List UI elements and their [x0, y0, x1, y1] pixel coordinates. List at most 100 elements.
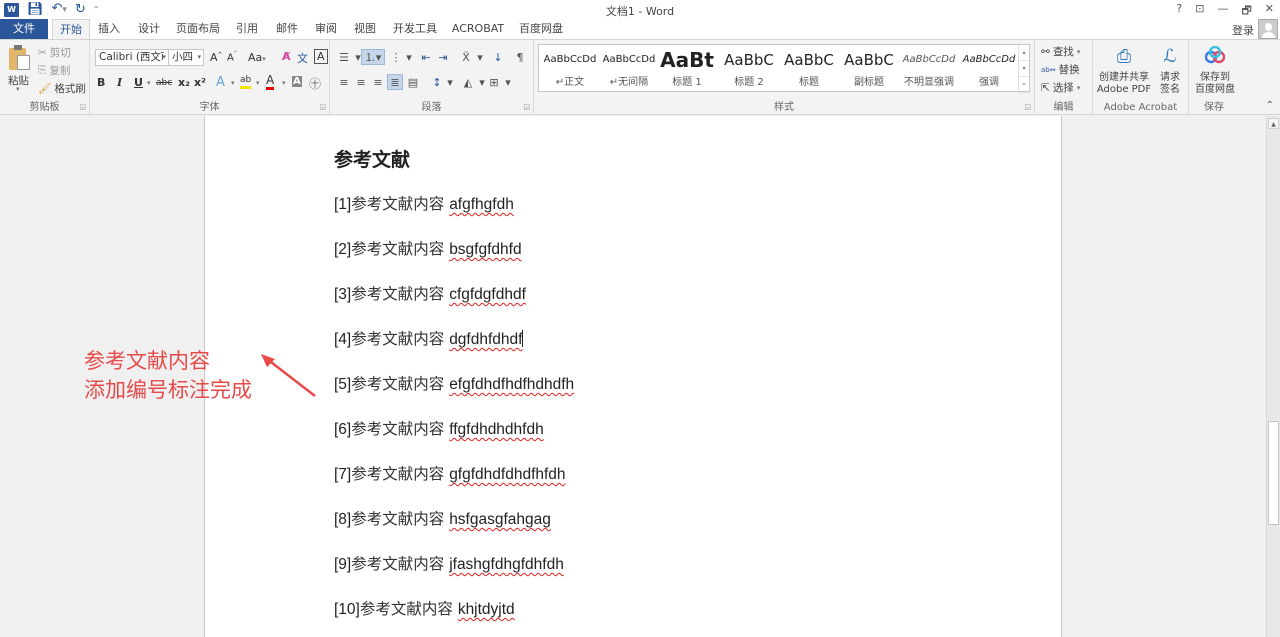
enclose-characters-button[interactable]: ㊉	[309, 75, 321, 92]
change-case-button[interactable]: Aa▾	[248, 51, 266, 64]
tab-acrobat[interactable]: ACROBAT	[450, 19, 506, 39]
show-marks-icon[interactable]: ¶	[512, 49, 528, 65]
cut-button[interactable]: ✂ 剪切	[38, 45, 71, 60]
tab-review[interactable]: 审阅	[311, 19, 341, 39]
tab-view[interactable]: 视图	[350, 19, 380, 39]
select-button[interactable]: ⇱ 选择 ▾	[1041, 80, 1080, 95]
underline-dropdown-icon[interactable]: ▾	[147, 79, 151, 87]
replace-button[interactable]: ab↔ 替换	[1041, 62, 1080, 77]
tab-file[interactable]: 文件	[0, 19, 48, 39]
reference-text: 参考文献内容	[351, 375, 445, 393]
reference-item[interactable]: [1]参考文献内容 afgfhgfdh	[334, 192, 514, 214]
align-center-icon[interactable]: ≡	[353, 74, 369, 90]
tab-references[interactable]: 引用	[232, 19, 262, 39]
style-title[interactable]: AaBbC 标题	[779, 45, 839, 91]
highlight-button[interactable]: ab	[240, 74, 252, 89]
align-left-icon[interactable]: ≡	[336, 74, 352, 90]
font-name-combo[interactable]: Calibri (西文ī ▾	[95, 49, 169, 66]
subscript-button[interactable]: x₂	[178, 76, 190, 89]
document-workspace: 参考文献 [1]参考文献内容 afgfhgfdh [2]参考文献内容 bsgfgf…	[0, 116, 1266, 637]
tab-developer[interactable]: 开发工具	[390, 19, 440, 39]
reference-item[interactable]: [9]参考文献内容 jfashgfdhgfdhfdh	[334, 552, 564, 574]
style-subtitle[interactable]: AaBbC 副标题	[839, 45, 899, 91]
reference-item[interactable]: [10]参考文献内容 khjtdyjtd	[334, 597, 515, 619]
italic-button[interactable]: I	[117, 76, 122, 89]
font-color-button[interactable]: A	[266, 74, 275, 90]
multilevel-dropdown-icon[interactable]: ▾	[401, 49, 417, 65]
character-border-button[interactable]: A	[314, 49, 328, 64]
reference-item[interactable]: [8]参考文献内容 hsfgasgfahgag	[334, 507, 551, 529]
paragraph-launcher-icon[interactable]: ◲	[523, 103, 530, 111]
reference-number: [2]	[334, 241, 352, 258]
request-signature-button[interactable]: ℒ 请求 签名	[1155, 46, 1185, 96]
sort-icon[interactable]: ↓	[490, 49, 506, 65]
tab-design[interactable]: 设计	[134, 19, 164, 39]
format-painter-button[interactable]: 🖌︎ 格式刷	[38, 81, 86, 96]
increase-indent-icon[interactable]: ⇥	[435, 49, 451, 65]
line-spacing-dropdown-icon[interactable]: ▾	[442, 74, 458, 90]
reference-number: [6]	[334, 421, 352, 438]
phonetic-guide-button[interactable]: 文	[297, 50, 308, 66]
collapse-ribbon-icon[interactable]: ⌃	[1266, 100, 1274, 111]
style-normal[interactable]: AaBbCcDd ↵正文	[541, 45, 599, 91]
styles-more-icon[interactable]: ⩡	[1019, 77, 1029, 93]
save-to-baidu-button[interactable]: 保存到 百度网盘	[1191, 45, 1239, 96]
tab-mailings[interactable]: 邮件	[272, 19, 302, 39]
reference-text: 参考文献内容	[351, 240, 445, 258]
shrink-font-button[interactable]: Aˇ	[227, 51, 237, 63]
character-shading-button[interactable]: A	[292, 76, 302, 87]
grow-font-button[interactable]: A^	[210, 51, 223, 64]
font-size-combo[interactable]: 小四 ▾	[168, 49, 204, 66]
text-effects-button[interactable]: A	[216, 75, 225, 90]
brush-icon: 🖌︎	[38, 83, 52, 95]
underline-button[interactable]: U	[134, 76, 143, 89]
style-heading-1[interactable]: AaBt 标题 1	[660, 45, 714, 91]
style-no-spacing[interactable]: AaBbCcDd ↵无间隔	[599, 45, 659, 91]
annotation-line-2: 添加编号标注完成	[84, 378, 252, 402]
strikethrough-button[interactable]: abc	[156, 78, 172, 88]
clear-formatting-icon[interactable]: A̸	[282, 50, 291, 63]
style-emphasis[interactable]: AaBbCcDd 强调	[959, 45, 1019, 91]
style-heading-2[interactable]: AaBbC 标题 2	[719, 45, 779, 91]
copy-button[interactable]: ⎘ 复制	[38, 63, 70, 78]
find-button[interactable]: ⚯ 查找 ▾	[1041, 44, 1080, 59]
decrease-indent-icon[interactable]: ⇤	[418, 49, 434, 65]
tab-page-layout[interactable]: 页面布局	[174, 19, 222, 39]
reference-item[interactable]: [7]参考文献内容 gfgfdhdfdhdfhfdh	[334, 462, 566, 484]
superscript-button[interactable]: x²	[194, 76, 206, 89]
bold-button[interactable]: B	[97, 76, 105, 89]
distributed-icon[interactable]: ▤	[405, 74, 421, 90]
styles-scroll-down-icon[interactable]: ▾	[1019, 61, 1029, 77]
numbering-icon[interactable]: ⒈▾	[361, 49, 385, 65]
create-share-pdf-button[interactable]: ⎙ 创建并共享 Adobe PDF	[1096, 46, 1152, 96]
tab-baidu-netdisk[interactable]: 百度网盘	[516, 19, 566, 39]
reference-item[interactable]: [5]参考文献内容 efgfdhdfhdfhdhdfh	[334, 372, 574, 394]
sign-in-link[interactable]: 登录	[1232, 22, 1254, 38]
style-subtle-emphasis[interactable]: AaBbCcDd 不明显强调	[899, 45, 959, 91]
reference-item[interactable]: [6]参考文献内容 ffgfdhdhdhfdh	[334, 417, 544, 439]
reference-item[interactable]: [2]参考文献内容 bsgfgfdhfd	[334, 237, 522, 259]
styles-scroll-up-icon[interactable]: ▴	[1019, 45, 1029, 61]
styles-launcher-icon[interactable]: ◲	[1024, 103, 1031, 111]
references-heading: 参考文献	[334, 149, 411, 171]
tab-insert[interactable]: 插入	[94, 19, 124, 39]
justify-icon[interactable]: ≣	[387, 74, 403, 90]
tab-home[interactable]: 开始	[52, 19, 90, 40]
font-color-dropdown-icon[interactable]: ▾	[282, 79, 286, 87]
text-effects-dropdown-icon[interactable]: ▾	[231, 79, 235, 87]
document-page[interactable]: 参考文献 [1]参考文献内容 afgfhgfdh [2]参考文献内容 bsgfgf…	[204, 116, 1062, 637]
reference-item[interactable]: [4]参考文献内容 dgfdhfdhdf	[334, 327, 524, 349]
avatar[interactable]	[1258, 19, 1278, 39]
paste-dropdown-icon[interactable]: ▾	[16, 85, 20, 93]
borders-dropdown-icon[interactable]: ▾	[500, 74, 516, 90]
highlight-dropdown-icon[interactable]: ▾	[256, 79, 260, 87]
scrollbar-thumb[interactable]	[1268, 420, 1279, 525]
vertical-scrollbar[interactable]: ▲	[1266, 116, 1280, 637]
paste-icon[interactable]	[9, 45, 31, 71]
font-launcher-icon[interactable]: ◲	[319, 103, 326, 111]
clipboard-launcher-icon[interactable]: ◲	[79, 103, 86, 111]
align-right-icon[interactable]: ≡	[370, 74, 386, 90]
asian-layout-dropdown-icon[interactable]: ▾	[472, 49, 488, 65]
scroll-up-icon[interactable]: ▲	[1268, 118, 1279, 129]
reference-item[interactable]: [3]参考文献内容 cfgfdgfdhdf	[334, 282, 526, 304]
